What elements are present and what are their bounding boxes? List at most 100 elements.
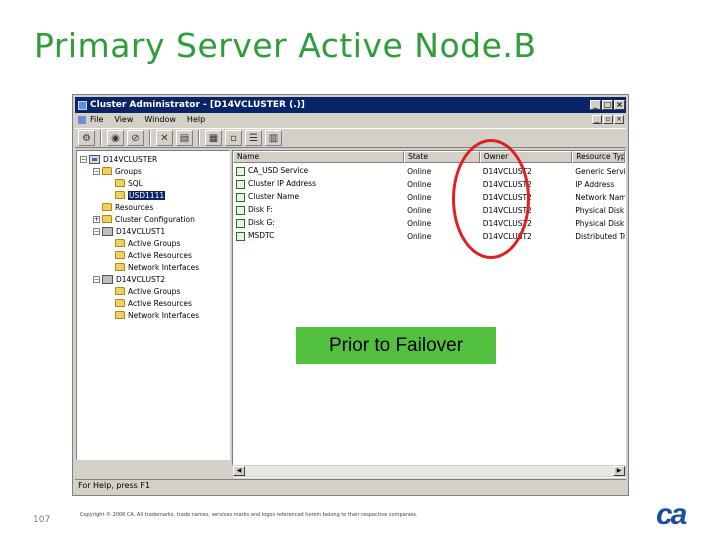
scroll-right-icon[interactable]: ▶: [613, 466, 625, 476]
large-icons-view-icon[interactable]: ▦: [205, 130, 222, 146]
tree-item-label: Network Interfaces: [128, 262, 200, 272]
cluster-administrator-window[interactable]: Cluster Administrator - [D14VCLUSTER (.)…: [72, 94, 629, 496]
collapse-icon[interactable]: −: [93, 275, 100, 283]
folder-icon: [102, 203, 112, 211]
expand-icon[interactable]: +: [93, 215, 100, 223]
toolbar-separator: [149, 130, 151, 146]
table-row[interactable]: Disk F: Online D14VCLUST2 Physical Disk: [233, 204, 625, 216]
ca-logo: ca: [656, 498, 687, 531]
close-button[interactable]: ×: [614, 100, 625, 110]
tree-item-usd-group[interactable]: USD1111: [115, 189, 166, 201]
delete-icon[interactable]: ✕: [156, 130, 173, 146]
mdi-restore-button[interactable]: ▫: [603, 115, 613, 124]
tree-item-label: Active Groups: [128, 238, 181, 248]
horizontal-scrollbar[interactable]: ◀ ▶: [232, 465, 626, 477]
menu-bar: File View Window Help _ ▫ ×: [75, 113, 626, 126]
resource-icon: [236, 205, 245, 215]
folder-icon: [115, 239, 125, 247]
resource-icon: [236, 192, 245, 202]
cell-name: Disk F:: [248, 205, 273, 215]
menu-view[interactable]: View: [114, 115, 133, 124]
tree-item-node2-network-interfaces[interactable]: Network Interfaces: [115, 309, 199, 321]
cluster-tree[interactable]: − D14VCLUSTER − Groups SQL USD1111 Resou…: [76, 150, 230, 460]
column-header-resource-type[interactable]: Resource Type: [572, 151, 625, 163]
tree-item-sql[interactable]: SQL: [115, 177, 143, 189]
table-row[interactable]: Cluster IP Address Online D14VCLUST2 IP …: [233, 178, 625, 190]
tree-item-node1-active-resources[interactable]: Active Resources: [115, 249, 192, 261]
details-view-icon[interactable]: ▥: [265, 130, 282, 146]
tree-item-node1[interactable]: − D14VCLUST1: [93, 225, 165, 237]
slide-title: Primary Server Active Node.B: [34, 26, 537, 65]
copyright-notice: Copyright © 2006 CA. All trademarks, tra…: [80, 512, 418, 518]
table-row[interactable]: CA_USD Service Online D14VCLUST2 Generic…: [233, 165, 625, 177]
table-row[interactable]: Cluster Name Online D14VCLUST2 Network N…: [233, 191, 625, 203]
tree-item-label: Active Groups: [128, 286, 181, 296]
resource-icon: [236, 179, 245, 189]
cell-resource-type: IP Address: [575, 179, 615, 189]
slide-number: 107: [33, 515, 51, 525]
toolbar: ⚙ ◉ ⊘ ✕ ▤ ▦ ▫ ☰ ▥: [75, 128, 626, 148]
toolbar-separator: [198, 130, 200, 146]
tree-item-cluster-configuration[interactable]: + Cluster Configuration: [93, 213, 195, 225]
tree-item-node2-active-resources[interactable]: Active Resources: [115, 297, 192, 309]
mdi-controls: _ ▫ ×: [592, 115, 624, 124]
collapse-icon[interactable]: −: [93, 167, 100, 175]
open-connection-icon[interactable]: ⚙: [78, 130, 95, 146]
maximize-button[interactable]: □: [602, 100, 613, 110]
tree-item-label: USD1111: [128, 190, 166, 200]
tree-item-node2[interactable]: − D14VCLUST2: [93, 273, 165, 285]
cell-name: MSDTC: [248, 231, 275, 241]
tree-item-label: Cluster Configuration: [115, 214, 195, 224]
status-bar: For Help, press F1: [75, 479, 626, 493]
cell-resource-type: Distributed Tr: [575, 231, 625, 241]
tree-item-groups[interactable]: − Groups: [93, 165, 142, 177]
tree-item-label: Active Resources: [128, 298, 192, 308]
tree-item-node2-active-groups[interactable]: Active Groups: [115, 285, 180, 297]
cell-name: CA_USD Service: [248, 166, 309, 176]
minimize-button[interactable]: _: [590, 100, 601, 110]
mdi-minimize-button[interactable]: _: [592, 115, 602, 124]
folder-icon: [115, 191, 125, 199]
folder-icon: [115, 299, 125, 307]
tree-item-label: SQL: [128, 178, 143, 188]
tree-item-node1-network-interfaces[interactable]: Network Interfaces: [115, 261, 199, 273]
menu-window[interactable]: Window: [144, 115, 176, 124]
folder-icon: [102, 215, 112, 223]
app-icon: [78, 100, 87, 110]
folder-icon: [102, 167, 112, 175]
properties-icon[interactable]: ▤: [176, 130, 193, 146]
menu-help[interactable]: Help: [187, 115, 205, 124]
column-header-name[interactable]: Name: [233, 151, 405, 163]
folder-icon: [115, 179, 125, 187]
cell-resource-type: Generic Service: [575, 166, 625, 176]
resource-icon: [236, 218, 245, 228]
table-row[interactable]: Disk G: Online D14VCLUST2 Physical Disk: [233, 217, 625, 229]
cell-resource-type: Network Name: [575, 192, 625, 202]
folder-icon: [115, 311, 125, 319]
tree-item-resources[interactable]: Resources: [102, 201, 153, 213]
tree-item-label: Network Interfaces: [128, 310, 200, 320]
table-row[interactable]: MSDTC Online D14VCLUST2 Distributed Tr: [233, 230, 625, 242]
mdi-close-button[interactable]: ×: [614, 115, 624, 124]
resource-icon: [236, 166, 245, 176]
cell-resource-type: Physical Disk: [575, 218, 625, 228]
window-title: Cluster Administrator - [D14VCLUSTER (.)…: [90, 100, 305, 110]
list-view-icon[interactable]: ☰: [245, 130, 262, 146]
window-titlebar[interactable]: Cluster Administrator - [D14VCLUSTER (.)…: [75, 97, 626, 113]
small-icons-view-icon[interactable]: ▫: [225, 130, 242, 146]
menu-file[interactable]: File: [90, 115, 103, 124]
collapse-icon[interactable]: −: [80, 155, 87, 163]
collapse-icon[interactable]: −: [93, 227, 100, 235]
tree-item-label: D14VCLUST2: [116, 274, 166, 284]
tree-item-label: Groups: [115, 166, 142, 176]
take-offline-icon[interactable]: ⊘: [127, 130, 144, 146]
bring-online-icon[interactable]: ◉: [107, 130, 124, 146]
tree-item-node1-active-groups[interactable]: Active Groups: [115, 237, 180, 249]
tree-item-cluster[interactable]: − D14VCLUSTER: [80, 153, 157, 165]
scroll-left-icon[interactable]: ◀: [233, 466, 245, 476]
resource-list[interactable]: Name State Owner Resource Type CA_USD Se…: [232, 150, 626, 478]
server-icon: [102, 274, 113, 284]
owner-highlight-ellipse: [452, 139, 530, 259]
folder-icon: [115, 287, 125, 295]
failover-callout: Prior to Failover: [296, 327, 496, 364]
